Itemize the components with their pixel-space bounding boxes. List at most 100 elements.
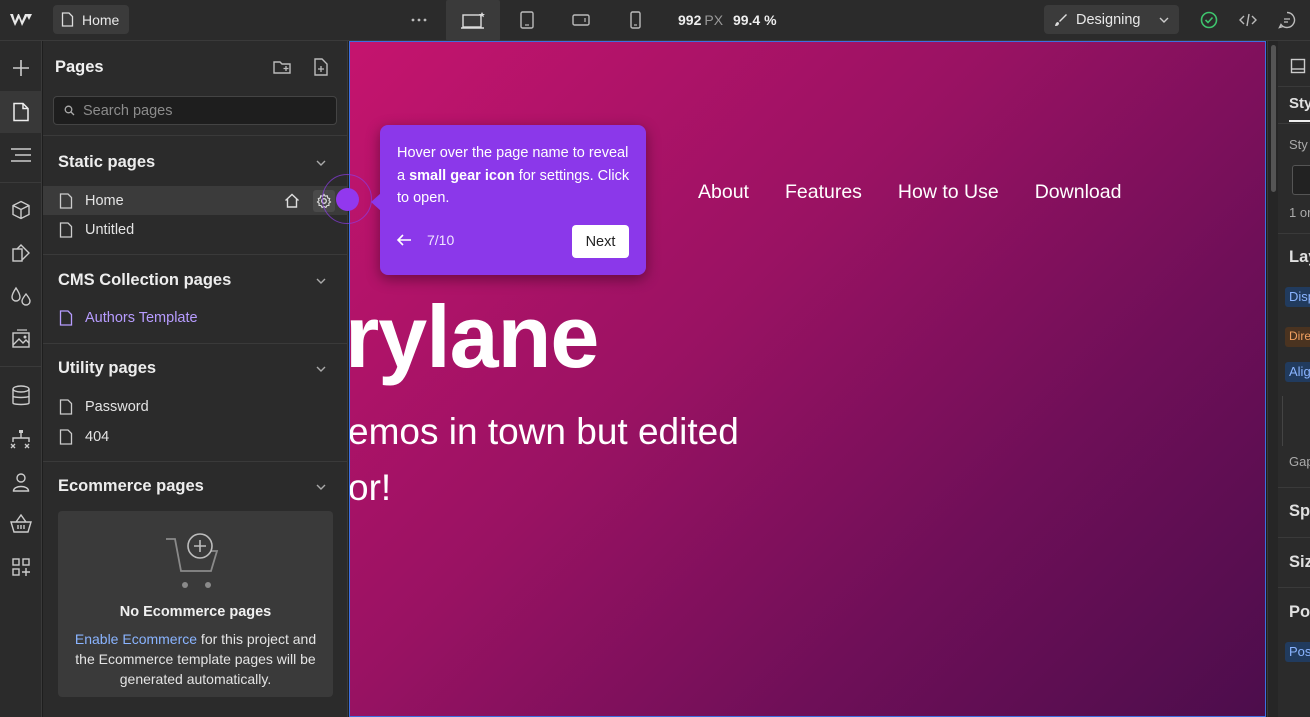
page-row-password[interactable]: Password [43,392,348,421]
arrow-left-icon[interactable] [396,233,412,247]
cms-page-icon [59,309,73,326]
new-folder-icon[interactable] [272,57,292,77]
page-row-untitled[interactable]: Untitled [43,215,348,244]
tour-message: Hover over the page name to reveal a sma… [397,142,633,210]
chevron-down-icon[interactable] [315,481,327,493]
navigator-icon[interactable] [0,134,42,176]
page-name: Password [85,398,149,415]
selector-field[interactable] [1292,165,1310,195]
desktop-base-icon[interactable] [446,0,500,41]
tour-step-counter: 7/10 [427,232,455,248]
page-name: Home [85,192,124,209]
variables-icon[interactable] [0,275,42,317]
ecommerce-icon[interactable] [0,503,42,545]
section-title-static[interactable]: Static pages [58,153,155,172]
hero-subtitle[interactable]: emos in town but edited or! [349,404,739,516]
hero-title[interactable]: rylane [350,286,599,388]
nav-link-features[interactable]: Features [785,181,862,204]
mobile-portrait-icon[interactable] [621,6,649,34]
home-page-icon [281,190,303,212]
hero-subtitle-line: or! [349,467,392,508]
page-icon [59,398,73,415]
direction-label[interactable]: Dire [1285,327,1310,347]
chevron-down-icon [1159,17,1169,23]
pages-panel: Pages Static pages Home Untitled CMS Col… [43,41,348,717]
section-title-ecommerce[interactable]: Ecommerce pages [58,477,204,496]
style-panel: Sty Sty 1 or Lay Disp Dire Alig Gap Spa … [1267,41,1310,717]
current-page-selector[interactable]: Home [53,5,130,34]
top-toolbar: Home 992 PX 99.4 % Designing [0,0,1310,41]
page-row-authors-template[interactable]: Authors Template [43,303,348,332]
layout-heading[interactable]: Lay [1289,248,1310,267]
current-page-name: Home [82,11,120,28]
hero-subtitle-line: emos in town but edited [349,411,739,452]
cart-add-icon [166,533,219,588]
left-icon-rail [0,41,42,717]
page-icon [59,192,73,209]
selector-count: 1 or [1289,205,1310,220]
chevron-down-icon[interactable] [315,275,327,287]
align-label[interactable]: Alig [1285,362,1310,382]
tablet-icon[interactable] [513,6,541,34]
components-icon[interactable] [0,189,42,231]
width-unit: PX [704,12,724,28]
tour-beacon[interactable] [336,188,359,211]
brush-icon [1055,13,1067,26]
nav-link-download[interactable]: Download [1035,181,1122,204]
apps-icon[interactable] [0,546,42,588]
logic-icon[interactable] [0,418,42,460]
style-tab[interactable]: Sty [1289,95,1310,112]
width-value: 992 [678,12,702,28]
zoom-value: 99.4 % [732,12,777,28]
tour-tooltip: Hover over the page name to reveal a sma… [371,125,646,275]
more-icon[interactable] [405,6,433,34]
styles-icon[interactable] [0,232,42,274]
canvas-dimensions[interactable]: 992 PX 99.4 % [678,12,777,28]
panel-title: Pages [55,58,104,76]
display-label[interactable]: Disp [1285,287,1310,307]
page-name: Authors Template [85,309,198,326]
scrollbar[interactable] [1268,41,1278,717]
next-button[interactable]: Next [572,225,629,258]
section-title-cms[interactable]: CMS Collection pages [58,271,231,290]
new-page-icon[interactable] [311,57,331,77]
page-name: 404 [85,428,110,445]
site-nav: About Features How to Use Download [698,181,1121,204]
panel-layout-icon[interactable] [1290,58,1306,74]
chevron-down-icon[interactable] [315,157,327,169]
mode-dropdown[interactable]: Designing [1044,5,1179,34]
position-label[interactable]: Pos [1285,642,1310,662]
search-pages-field[interactable] [53,96,337,125]
chevron-down-icon[interactable] [315,363,327,375]
code-icon[interactable] [1234,6,1262,34]
cms-icon[interactable] [0,375,42,417]
mode-label: Designing [1076,11,1141,28]
page-row-home[interactable]: Home [43,186,348,215]
users-icon[interactable] [0,461,42,503]
webflow-logo-icon[interactable] [8,10,36,30]
empty-state-title: No Ecommerce pages [119,604,272,620]
add-icon[interactable] [0,47,42,89]
size-heading[interactable]: Siz [1289,553,1310,572]
page-icon [59,428,73,445]
enable-ecommerce-link[interactable]: Enable Ecommerce [75,631,197,647]
page-name: Untitled [85,221,135,238]
nav-link-about[interactable]: About [698,181,749,204]
spacing-heading[interactable]: Spa [1289,502,1310,521]
empty-state-description: Enable Ecommerce for this project and th… [64,629,327,689]
ecommerce-empty-state: No Ecommerce pages Enable Ecommerce for … [58,511,333,697]
comment-icon[interactable] [1273,6,1301,34]
mobile-landscape-icon[interactable] [567,6,595,34]
style-selector-label: Sty [1289,137,1308,152]
pages-icon[interactable] [0,91,42,133]
tour-text-emphasis: small gear icon [409,167,515,184]
search-input[interactable] [83,102,323,119]
position-heading[interactable]: Pos [1289,603,1310,622]
page-row-404[interactable]: 404 [43,422,348,451]
search-icon [64,105,75,116]
nav-link-how-to-use[interactable]: How to Use [898,181,999,204]
page-icon [61,12,74,27]
assets-icon[interactable] [0,318,42,360]
section-title-utility[interactable]: Utility pages [58,359,156,378]
check-circle-icon[interactable] [1195,6,1223,34]
